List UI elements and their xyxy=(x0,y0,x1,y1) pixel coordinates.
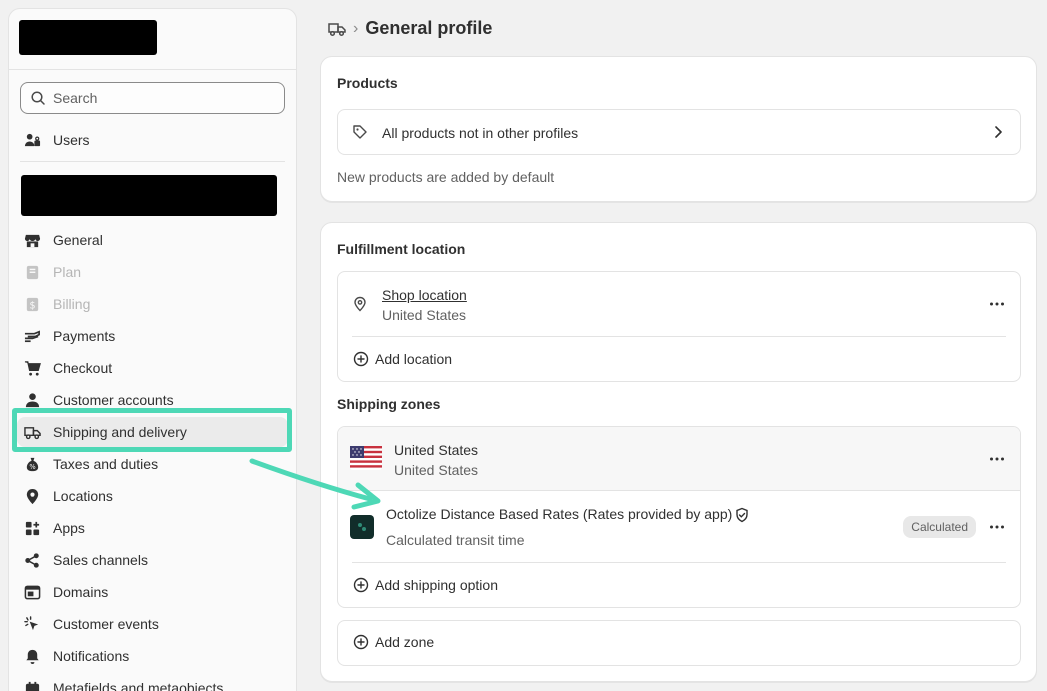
channels-icon xyxy=(23,551,41,569)
sidebar-item-label: Payments xyxy=(53,328,116,344)
sidebar-item-plan: Plan xyxy=(23,260,81,284)
rate-name: Octolize Distance Based Rates (Rates pro… xyxy=(386,506,733,522)
rate-detail: Calculated transit time xyxy=(386,532,525,548)
sidebar-item-label: Plan xyxy=(53,264,82,280)
apps-icon xyxy=(23,519,41,537)
sidebar-item-checkout[interactable]: Checkout xyxy=(23,356,112,380)
sidebar-item-general[interactable]: General xyxy=(23,228,103,252)
sidebar-item-label: Billing xyxy=(53,296,91,312)
add-location-label: Add location xyxy=(375,351,453,367)
products-title: Products xyxy=(337,75,398,91)
cart-icon xyxy=(23,359,41,377)
shop-location-link[interactable]: Shop location xyxy=(382,287,467,303)
tax-icon: % xyxy=(23,455,41,473)
fulfillment-card: Fulfillment location Shop location Unite… xyxy=(320,222,1037,682)
sidebar-divider xyxy=(20,161,285,162)
fulfillment-box: Shop location United States Add location xyxy=(337,271,1021,382)
products-row[interactable]: All products not in other profiles xyxy=(337,109,1021,155)
plan-icon xyxy=(23,263,41,281)
zone-header xyxy=(338,427,1020,491)
location-icon xyxy=(23,487,41,505)
payments-icon xyxy=(23,327,41,345)
fulfillment-title: Fulfillment location xyxy=(337,241,466,257)
person-icon xyxy=(23,391,41,409)
shipping-zone-box: United States United States Octolize Dis… xyxy=(337,426,1021,608)
sidebar-item-domains[interactable]: Domains xyxy=(23,580,108,604)
search-placeholder: Search xyxy=(53,90,98,106)
sidebar-item-label: Customer accounts xyxy=(53,392,174,408)
svg-text:$: $ xyxy=(29,300,35,311)
products-card: Products All products not in other profi… xyxy=(320,56,1037,202)
add-shipping-option-button[interactable]: Add shipping option xyxy=(353,577,498,593)
sidebar-item-label: Customer events xyxy=(53,616,159,632)
sidebar-item-payments[interactable]: Payments xyxy=(23,324,115,348)
sidebar-item-label: Users xyxy=(53,132,90,148)
search-input[interactable]: Search xyxy=(20,82,285,114)
sidebar-item-label: Metafields and metaobjects xyxy=(53,680,224,691)
store-icon xyxy=(23,231,41,249)
sidebar-item-apps[interactable]: Apps xyxy=(23,516,85,540)
add-location-button[interactable]: Add location xyxy=(353,351,452,367)
location-pin-icon xyxy=(352,296,368,312)
sidebar-item-billing: $ Billing xyxy=(23,292,90,316)
add-zone-button[interactable]: Add zone xyxy=(337,620,1021,666)
chevron-right-icon: › xyxy=(353,19,359,37)
sidebar-item-label: General xyxy=(53,232,103,248)
redacted-block xyxy=(21,175,277,216)
annotation-highlight-box xyxy=(12,408,292,452)
domain-icon xyxy=(23,583,41,601)
zone-country: United States xyxy=(394,462,479,478)
metafields-icon xyxy=(23,679,41,691)
sidebar-item-label: Locations xyxy=(53,488,113,504)
sidebar-header xyxy=(9,9,296,70)
tag-icon xyxy=(352,124,368,140)
zone-name: United States xyxy=(394,442,479,458)
users-icon xyxy=(23,131,41,149)
shipping-zones-title: Shipping zones xyxy=(337,396,441,412)
rate-more-actions-icon[interactable] xyxy=(988,518,1006,536)
sidebar-item-customer-events[interactable]: Customer events xyxy=(23,612,159,636)
svg-text:%: % xyxy=(29,463,35,471)
add-shipping-option-label: Add shipping option xyxy=(375,577,498,593)
chevron-right-icon xyxy=(990,124,1006,140)
plus-circle-icon xyxy=(353,634,369,650)
sidebar-item-label: Apps xyxy=(53,520,85,536)
events-icon xyxy=(23,615,41,633)
row-divider xyxy=(352,336,1006,337)
sidebar-item-metafields[interactable]: Metafields and metaobjects xyxy=(23,676,223,691)
verified-shield-icon xyxy=(734,507,750,523)
truck-icon[interactable] xyxy=(328,20,346,38)
sidebar-item-label: Checkout xyxy=(53,360,113,376)
calculated-badge: Calculated xyxy=(903,516,976,538)
sidebar-item-taxes[interactable]: % Taxes and duties xyxy=(23,452,158,476)
breadcrumb: › General profile xyxy=(328,18,492,39)
sidebar-item-notifications[interactable]: Notifications xyxy=(23,644,129,668)
annotation-arrow-icon xyxy=(249,458,381,510)
octolize-app-icon xyxy=(350,515,374,539)
zone-more-actions-icon[interactable] xyxy=(988,450,1006,468)
more-actions-icon[interactable] xyxy=(988,295,1006,313)
redacted-store-name xyxy=(19,20,157,55)
search-icon xyxy=(30,90,46,106)
products-note: New products are added by default xyxy=(337,169,555,185)
sidebar-item-locations[interactable]: Locations xyxy=(23,484,113,508)
sidebar-item-sales-channels[interactable]: Sales channels xyxy=(23,548,148,572)
sidebar-item-label: Taxes and duties xyxy=(53,456,159,472)
location-country: United States xyxy=(382,307,467,323)
products-row-label: All products not in other profiles xyxy=(382,125,579,141)
sidebar-item-label: Notifications xyxy=(53,648,130,664)
page-title: General profile xyxy=(365,18,493,38)
sidebar-item-users[interactable]: Users xyxy=(23,128,90,152)
settings-sidebar: Search Users General Plan $ Billing Paym… xyxy=(8,8,297,691)
row-divider xyxy=(352,562,1006,563)
sidebar-item-label: Domains xyxy=(53,584,109,600)
billing-icon: $ xyxy=(23,295,41,313)
add-zone-label: Add zone xyxy=(375,634,435,650)
bell-icon xyxy=(23,647,41,665)
plus-circle-icon xyxy=(353,351,369,367)
sidebar-item-label: Sales channels xyxy=(53,552,148,568)
plus-circle-icon xyxy=(353,577,369,593)
